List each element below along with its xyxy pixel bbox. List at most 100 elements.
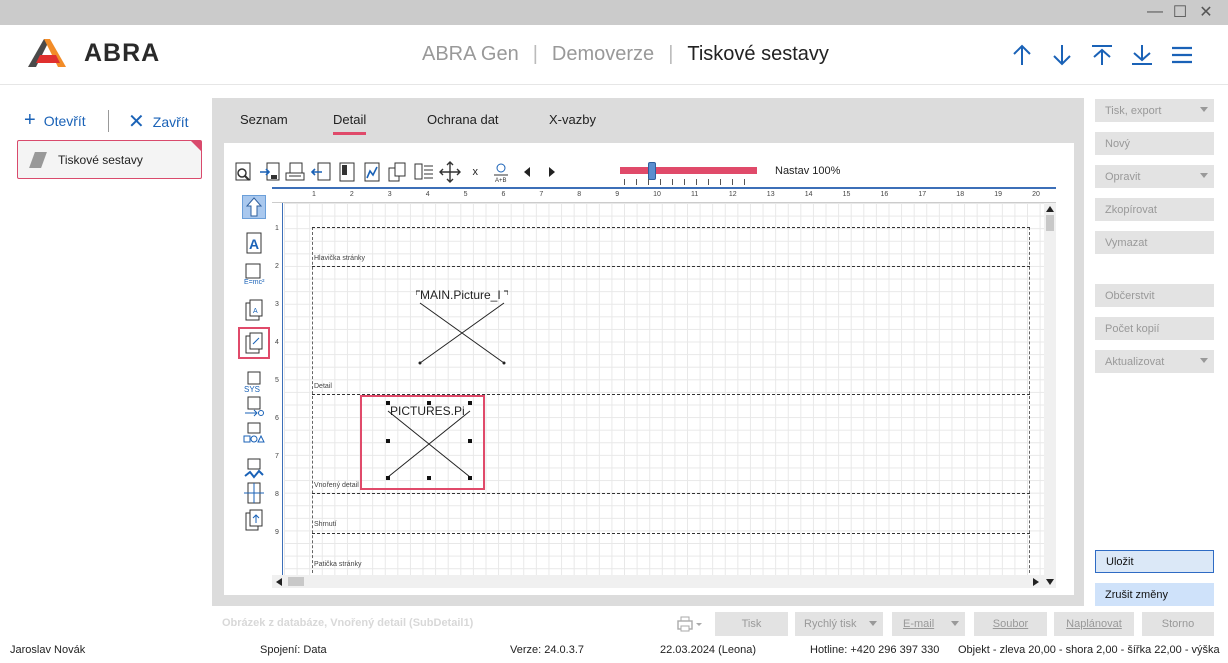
ruler-tick-label: 18 xyxy=(956,191,965,198)
delete-label: Vymazat xyxy=(1105,236,1148,249)
picture-component-main[interactable]: MAIN.Picture_I xyxy=(416,288,508,365)
designer-toolbar: x A+B xyxy=(232,159,566,185)
open-document-card[interactable]: Tiskové sestavy xyxy=(17,140,202,179)
new-button[interactable]: Nový xyxy=(1095,132,1214,155)
ruler-tick-label: 7 xyxy=(275,453,279,460)
band-subdetail-border[interactable] xyxy=(312,493,1030,494)
print-preview-icon[interactable] xyxy=(283,160,307,184)
ruler-tick-label: 2 xyxy=(349,191,354,198)
scroll-left-icon[interactable] xyxy=(275,578,283,586)
formula-tool-icon[interactable]: E=mc² xyxy=(242,262,266,286)
scroll-up-icon[interactable] xyxy=(1046,205,1054,213)
text-tool-icon[interactable]: A xyxy=(242,231,266,255)
horizontal-scrollbar[interactable] xyxy=(272,575,1044,588)
db-picture-tool-icon[interactable] xyxy=(238,327,270,359)
band-header-border[interactable] xyxy=(312,266,1030,267)
ruler-tick-label: 4 xyxy=(275,339,279,346)
schedule-button[interactable]: Naplánovat xyxy=(1054,612,1134,636)
import-icon[interactable] xyxy=(258,160,282,184)
cancel-changes-button[interactable]: Zrušit změny xyxy=(1095,583,1214,606)
field-tool-icon[interactable]: A xyxy=(242,298,266,322)
next-icon[interactable] xyxy=(540,160,564,184)
band-summary-border[interactable] xyxy=(312,533,1030,534)
abra-logo: ABRA xyxy=(26,37,160,69)
svg-text:SYS: SYS xyxy=(244,385,260,393)
tab-x-vazby[interactable]: X-vazby xyxy=(549,112,596,127)
refresh-button[interactable]: Občerstvit xyxy=(1095,284,1214,307)
pointer-tool-icon[interactable] xyxy=(242,195,266,219)
prev-icon[interactable] xyxy=(515,160,539,184)
svg-text:E=mc²: E=mc² xyxy=(244,279,265,285)
scroll-down-icon[interactable] xyxy=(1046,578,1054,586)
horizontal-scroll-thumb[interactable] xyxy=(288,577,304,586)
copy-pages-icon[interactable] xyxy=(386,160,410,184)
tab-ochrana-dat[interactable]: Ochrana dat xyxy=(427,112,499,127)
print-export-button[interactable]: Tisk, export xyxy=(1095,99,1214,122)
ruler-tick-label: 17 xyxy=(918,191,927,198)
ruler-tick-label: 9 xyxy=(275,529,279,536)
ruler-tick-label: 7 xyxy=(539,191,544,198)
zoom-label: Nastav 100% xyxy=(775,165,841,177)
tab-detail[interactable]: Detail xyxy=(333,112,367,135)
ruler-tick-label: 13 xyxy=(766,191,775,198)
maximize-button[interactable]: ☐ xyxy=(1168,0,1192,24)
save-button[interactable]: Uložit xyxy=(1095,550,1214,573)
arrow-bottom-icon[interactable] xyxy=(1122,42,1162,68)
ruler-tick-label: 3 xyxy=(275,301,279,308)
data-source-icon[interactable] xyxy=(360,160,384,184)
design-canvas[interactable]: 1 2 3 4 5 6 7 8 9 10 11 12 13 14 15 16 17 18 19 20 12345678… xyxy=(272,187,1056,588)
picture-component-selected[interactable]: PICTURES.Pi xyxy=(360,395,485,490)
x-toggle[interactable]: x xyxy=(463,160,487,184)
app-header: ABRA ABRA Gen | Demoverze | Tiskové sest… xyxy=(0,25,1228,85)
page-break-tool-icon[interactable] xyxy=(242,508,266,532)
arrow-down-icon[interactable] xyxy=(1042,42,1082,68)
band-label-summary: Shrnutí xyxy=(314,521,337,528)
shape-tool-icon[interactable] xyxy=(242,421,266,445)
close-button[interactable]: ✕ Zavřít xyxy=(128,109,189,134)
breadcrumb-separator: | xyxy=(668,43,674,65)
printer-icon[interactable] xyxy=(674,615,706,633)
close-window-button[interactable]: ✕ xyxy=(1194,0,1218,24)
move-icon[interactable] xyxy=(438,160,462,184)
line-tool-icon[interactable] xyxy=(242,395,266,419)
copy-button[interactable]: Zkopírovat xyxy=(1095,198,1214,221)
export-icon[interactable] xyxy=(309,160,333,184)
edit-button[interactable]: Opravit xyxy=(1095,165,1214,188)
status-bar: Jaroslav Novák Spojení: Data Verze: 24.0… xyxy=(0,641,1228,663)
preview-icon[interactable] xyxy=(232,160,256,184)
storno-button[interactable]: Storno xyxy=(1142,612,1214,636)
open-button[interactable]: + Otevřít xyxy=(24,109,86,132)
copies-button[interactable]: Počet kopií xyxy=(1095,317,1214,340)
close-label: Zavřít xyxy=(152,113,189,130)
ruler-tick-label: 12 xyxy=(728,191,737,198)
quick-print-button[interactable]: Rychlý tisk xyxy=(795,612,883,636)
delete-button[interactable]: Vymazat xyxy=(1095,231,1214,254)
status-date: 22.03.2024 (Leona) xyxy=(660,644,757,656)
print-button[interactable]: Tisk xyxy=(715,612,788,636)
arrow-top-icon[interactable] xyxy=(1082,42,1122,68)
file-button[interactable]: Soubor xyxy=(974,612,1047,636)
left-panel: + Otevřít ✕ Zavřít Tiskové sestavy xyxy=(0,85,212,645)
layout-icon[interactable] xyxy=(412,160,436,184)
menu-icon[interactable] xyxy=(1162,42,1202,68)
system-tool-icon[interactable]: SYS xyxy=(242,370,266,394)
subreport-tool-icon[interactable] xyxy=(242,481,266,505)
minimize-button[interactable]: — xyxy=(1143,0,1167,24)
arrow-up-icon[interactable] xyxy=(1002,42,1042,68)
band-label-detail: Detail xyxy=(314,383,332,390)
zoom-slider-thumb[interactable] xyxy=(647,162,656,180)
svg-text:A: A xyxy=(249,236,259,252)
update-button[interactable]: Aktualizovat xyxy=(1095,350,1214,373)
email-button[interactable]: E-mail xyxy=(892,612,965,636)
chart-tool-icon[interactable] xyxy=(242,457,266,481)
page-setup-icon[interactable] xyxy=(335,160,359,184)
cancel-changes-label: Zrušit změny xyxy=(1105,588,1168,601)
tab-bar: Seznam Detail Ochrana dat X-vazby xyxy=(212,98,1084,142)
vertical-scroll-thumb[interactable] xyxy=(1046,215,1054,231)
vertical-scrollbar[interactable] xyxy=(1044,203,1056,588)
zoom-slider-track[interactable] xyxy=(620,167,757,174)
scroll-right-icon[interactable] xyxy=(1032,578,1040,586)
tab-seznam[interactable]: Seznam xyxy=(240,112,288,127)
formula-icon[interactable]: A+B xyxy=(489,160,513,184)
svg-text:A+B: A+B xyxy=(495,178,507,183)
